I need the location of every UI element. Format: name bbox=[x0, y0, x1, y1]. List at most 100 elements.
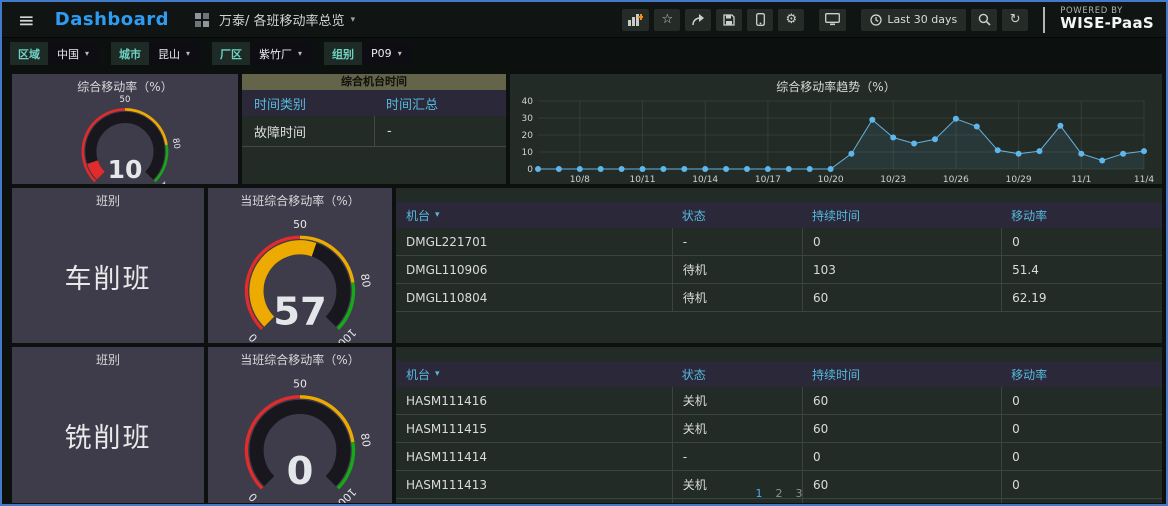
column-header[interactable]: 持续时间 bbox=[802, 202, 1001, 228]
svg-text:0: 0 bbox=[246, 331, 260, 343]
shift-class-name: 车削班 bbox=[12, 209, 204, 343]
filter-group: 组别 P09▾ bbox=[324, 42, 411, 65]
navbar: ≡ Dashboard 万泰/ 各班移动率总览 ▾ ☆ ⚙ bbox=[2, 2, 1166, 38]
search-icon bbox=[978, 13, 991, 26]
shift-gauge-panel: 当班综合移动率（%） 050801000 bbox=[208, 347, 392, 503]
column-header[interactable]: 机台▾ bbox=[396, 361, 672, 387]
page-button[interactable]: 1 bbox=[756, 487, 763, 500]
save-button[interactable] bbox=[716, 9, 742, 31]
machine-status-table-panel: 机台▾状态持续时间移动率DMGL221701-00DMGL110906待机103… bbox=[396, 188, 1162, 343]
cell: 60 bbox=[802, 471, 1001, 498]
column-header[interactable]: 机台▾ bbox=[396, 202, 672, 228]
clock-icon bbox=[870, 14, 882, 26]
mobility-trend-line-chart: 01020304010/810/1110/1410/1710/2010/2310… bbox=[510, 95, 1154, 184]
table-row: HASM111414-00 bbox=[396, 443, 1162, 471]
column-header[interactable]: 时间汇总 bbox=[374, 90, 506, 116]
svg-text:57: 57 bbox=[273, 289, 327, 334]
filter-site: 厂区 紫竹厂▾ bbox=[212, 42, 311, 65]
filter-group-select[interactable]: P09▾ bbox=[362, 42, 411, 65]
svg-text:10: 10 bbox=[108, 155, 143, 184]
divider bbox=[1043, 7, 1045, 33]
mobile-view-button[interactable] bbox=[747, 9, 773, 31]
filter-city-select[interactable]: 昆山▾ bbox=[149, 42, 199, 65]
column-header[interactable]: 时间类别 bbox=[242, 90, 374, 116]
machine-status-table-panel: 机台▾状态持续时间移动率HASM111416关机600HASM111415关机6… bbox=[396, 347, 1162, 503]
shift-mobility-gauge: 050801000 bbox=[208, 368, 392, 503]
svg-text:0: 0 bbox=[83, 182, 94, 184]
shift-class-panel: 班别 铣削班 bbox=[12, 347, 204, 503]
powered-by-logo: POWERED BY WISE-PaaS bbox=[1060, 7, 1158, 32]
cell: 0 bbox=[1001, 387, 1162, 414]
mobile-icon bbox=[756, 13, 765, 26]
filter-group-label: 组别 bbox=[324, 42, 362, 65]
breadcrumb-label: 万泰/ 各班移动率总览 bbox=[219, 10, 345, 29]
panel-title: 当班综合移动率（%） bbox=[208, 188, 392, 209]
panel-title: 综合移动率（%） bbox=[12, 74, 238, 95]
filter-region: 区域 中国▾ bbox=[10, 42, 98, 65]
cell: 103 bbox=[802, 256, 1001, 283]
cell: - bbox=[672, 228, 802, 255]
page-button[interactable]: 3 bbox=[796, 487, 803, 500]
chevron-down-icon: ▾ bbox=[298, 49, 302, 58]
refresh-button[interactable]: ↻ bbox=[1002, 9, 1028, 31]
filter-region-select[interactable]: 中国▾ bbox=[48, 42, 98, 65]
cell: 60 bbox=[802, 284, 1001, 311]
filter-city: 城市 昆山▾ bbox=[111, 42, 199, 65]
settings-button[interactable]: ⚙ bbox=[778, 9, 804, 31]
app-title[interactable]: Dashboard bbox=[55, 9, 169, 30]
save-icon bbox=[723, 14, 735, 26]
svg-text:10/14: 10/14 bbox=[692, 175, 718, 184]
column-header[interactable]: 移动率 bbox=[1001, 361, 1162, 387]
cell: HASM111412 bbox=[396, 499, 672, 503]
share-button[interactable] bbox=[685, 9, 711, 31]
filter-site-select[interactable]: 紫竹厂▾ bbox=[250, 42, 311, 65]
svg-text:10: 10 bbox=[522, 148, 534, 158]
cell: DMGL110804 bbox=[396, 284, 672, 311]
navbar-actions: ☆ ⚙ Last 30 days ↻ P bbox=[622, 7, 1158, 33]
page-button[interactable]: 2 bbox=[776, 487, 783, 500]
column-header[interactable]: 状态 bbox=[672, 202, 802, 228]
shift-mobility-gauge: 0508010057 bbox=[208, 209, 392, 343]
filter-row: 区域 中国▾ 城市 昆山▾ 厂区 紫竹厂▾ 组别 P09▾ bbox=[10, 42, 411, 68]
column-header[interactable]: 移动率 bbox=[1001, 202, 1162, 228]
table-row: DMGL221701-00 bbox=[396, 228, 1162, 256]
cell: 关机 bbox=[672, 387, 802, 414]
menu-icon[interactable]: ≡ bbox=[10, 8, 43, 32]
cell: 待机 bbox=[672, 284, 802, 311]
mobility-trend-chart-panel: 综合移动率趋势（%） 01020304010/810/1110/1410/171… bbox=[510, 74, 1162, 184]
table-row: HASM111415关机600 bbox=[396, 415, 1162, 443]
tv-mode-button[interactable] bbox=[819, 9, 846, 31]
cell: 0 bbox=[1001, 228, 1162, 255]
cell: 待机 bbox=[672, 256, 802, 283]
cell: 60 bbox=[802, 387, 1001, 414]
table-header-row: 机台▾状态持续时间移动率 bbox=[396, 202, 1162, 228]
table-header-row: 时间类别 时间汇总 bbox=[242, 90, 506, 116]
add-panel-button[interactable] bbox=[622, 9, 649, 31]
cell: HASM111416 bbox=[396, 387, 672, 414]
table-row: HASM111416关机600 bbox=[396, 387, 1162, 415]
sort-desc-icon: ▾ bbox=[435, 369, 440, 379]
column-header[interactable]: 持续时间 bbox=[802, 361, 1001, 387]
time-range-label: Last 30 days bbox=[887, 13, 957, 26]
panel-title: 综合移动率趋势（%） bbox=[510, 74, 1162, 95]
dashboard-picker-icon[interactable] bbox=[195, 13, 209, 27]
svg-text:10/26: 10/26 bbox=[943, 175, 969, 184]
svg-text:50: 50 bbox=[293, 218, 307, 231]
cell: 0 bbox=[1001, 443, 1162, 470]
svg-text:0: 0 bbox=[287, 449, 314, 494]
panel-title: 班别 bbox=[12, 347, 204, 368]
shift-gauge-panel: 当班综合移动率（%） 0508010057 bbox=[208, 188, 392, 343]
svg-text:30: 30 bbox=[522, 114, 534, 124]
chevron-down-icon: ▾ bbox=[398, 49, 402, 58]
column-header[interactable]: 状态 bbox=[672, 361, 802, 387]
breadcrumb[interactable]: 万泰/ 各班移动率总览 ▾ bbox=[219, 10, 355, 29]
svg-text:40: 40 bbox=[522, 97, 534, 107]
search-button[interactable] bbox=[971, 9, 997, 31]
machine-status-table: 机台▾状态持续时间移动率DMGL221701-00DMGL110906待机103… bbox=[396, 202, 1162, 312]
cell: HASM111415 bbox=[396, 415, 672, 442]
time-range-button[interactable]: Last 30 days bbox=[861, 9, 966, 31]
star-button[interactable]: ☆ bbox=[654, 9, 680, 31]
cell: DMGL221701 bbox=[396, 228, 672, 255]
svg-text:50: 50 bbox=[120, 95, 131, 105]
panel-title: 当班综合移动率（%） bbox=[208, 347, 392, 368]
